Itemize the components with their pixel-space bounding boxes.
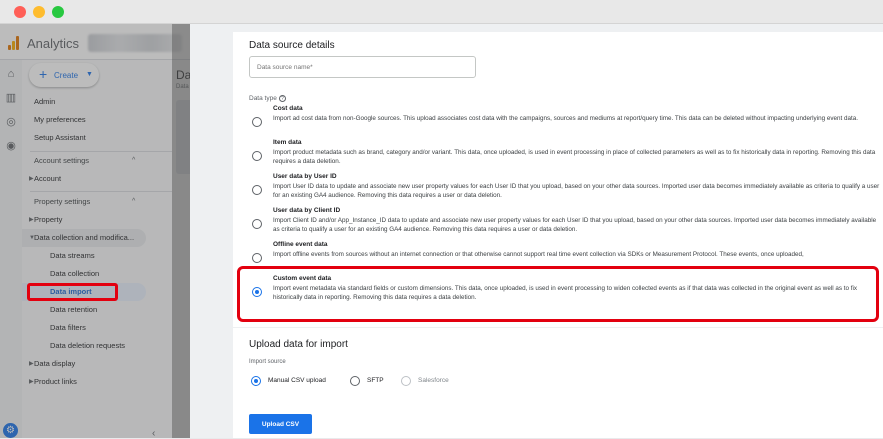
source-option-sftp[interactable]: SFTP — [367, 377, 384, 384]
import-source-label: Import source — [249, 359, 286, 365]
close-window-button[interactable] — [14, 6, 26, 18]
modal-scrim-edge — [172, 24, 190, 438]
annotation-highlight-custom-event — [237, 266, 879, 322]
modal-scrim[interactable] — [0, 24, 190, 438]
radio-sftp[interactable] — [350, 376, 360, 386]
section-title: Upload data for import — [249, 339, 348, 350]
window-titlebar — [0, 0, 883, 24]
section-title: Data source details — [249, 40, 335, 51]
source-option-salesforce: Salesforce — [418, 377, 449, 384]
radio-salesforce — [401, 376, 411, 386]
radio-manual-csv-upload[interactable] — [251, 376, 261, 386]
minimize-window-button[interactable] — [33, 6, 45, 18]
radio-cost-data[interactable] — [252, 117, 262, 127]
radio-user-data-by-user-id[interactable] — [252, 185, 262, 195]
radio-item-data[interactable] — [252, 151, 262, 161]
data-type-label: Data type? — [249, 95, 286, 102]
radio-offline-event-data[interactable] — [252, 253, 262, 263]
maximize-window-button[interactable] — [52, 6, 64, 18]
data-type-option-offline[interactable]: Offline event data Import offline events… — [239, 241, 883, 267]
data-source-name-input[interactable] — [249, 56, 476, 78]
radio-user-data-by-client-id[interactable] — [252, 219, 262, 229]
data-import-drawer: Data source details Data type? Cost data… — [190, 24, 883, 438]
help-icon[interactable]: ? — [278, 95, 286, 102]
annotation-highlight-data-import — [27, 283, 118, 301]
source-option-manual-csv[interactable]: Manual CSV upload — [268, 377, 326, 384]
upload-csv-button[interactable]: Upload CSV — [249, 414, 312, 434]
upload-data-card: Upload data for import Import source Man… — [233, 328, 883, 438]
app-window: Analytics ⌂ ▥ ◎ ◉ ⚙ + Create ▼ Admin My … — [0, 0, 883, 439]
